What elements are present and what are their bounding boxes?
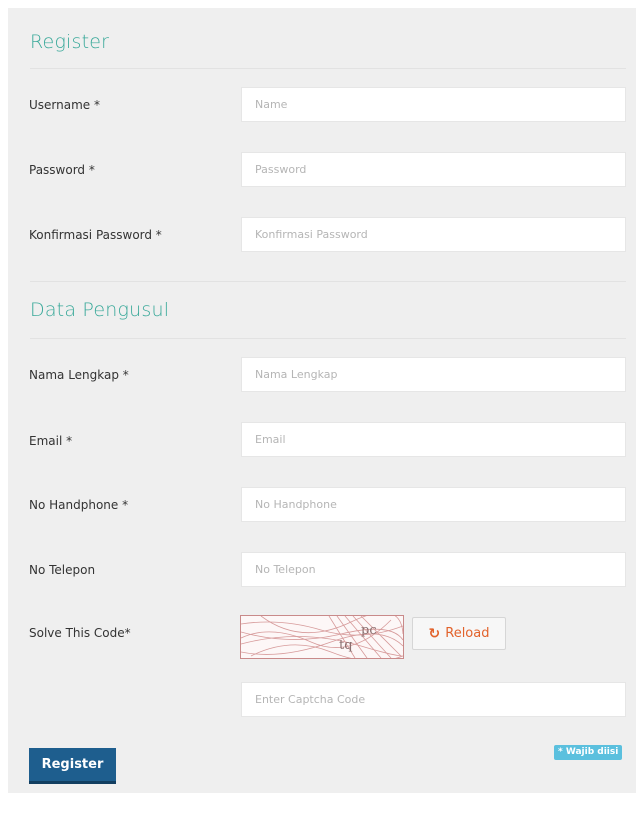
refresh-icon: ↻ bbox=[428, 625, 441, 642]
confirm-password-label: Konfirmasi Password * bbox=[29, 228, 162, 242]
full-name-label: Nama Lengkap * bbox=[29, 368, 129, 382]
email-input[interactable] bbox=[241, 422, 626, 457]
register-button[interactable]: Register bbox=[29, 748, 116, 784]
section-divider bbox=[30, 338, 626, 339]
data-pengusul-section-title: Data Pengusul bbox=[30, 299, 170, 321]
reload-captcha-button[interactable]: ↻ Reload bbox=[412, 617, 506, 650]
required-note-badge: * Wajib diisi bbox=[554, 745, 623, 760]
section-divider bbox=[30, 68, 626, 69]
register-section-title: Register bbox=[30, 31, 110, 53]
password-label: Password * bbox=[29, 163, 95, 177]
confirm-password-input[interactable] bbox=[241, 217, 626, 252]
mobile-input[interactable] bbox=[241, 487, 626, 522]
username-input[interactable] bbox=[241, 87, 626, 122]
email-label: Email * bbox=[29, 434, 73, 448]
captcha-code-input[interactable] bbox=[241, 682, 626, 717]
phone-label: No Telepon bbox=[29, 563, 96, 577]
reload-label: Reload bbox=[445, 626, 490, 641]
section-divider bbox=[30, 281, 626, 282]
captcha-text-1: pc bbox=[361, 623, 377, 638]
captcha-label: Solve This Code* bbox=[29, 626, 131, 640]
full-name-input[interactable] bbox=[241, 357, 626, 392]
captcha-noise: pc tq bbox=[241, 616, 403, 658]
username-label: Username * bbox=[29, 98, 100, 112]
phone-input[interactable] bbox=[241, 552, 626, 587]
password-input[interactable] bbox=[241, 152, 626, 187]
captcha-text-2: tq bbox=[339, 638, 353, 653]
mobile-label: No Handphone * bbox=[29, 498, 129, 512]
register-form-panel: Register Username * Password * Konfirmas… bbox=[8, 8, 636, 793]
captcha-image: pc tq bbox=[240, 615, 404, 659]
